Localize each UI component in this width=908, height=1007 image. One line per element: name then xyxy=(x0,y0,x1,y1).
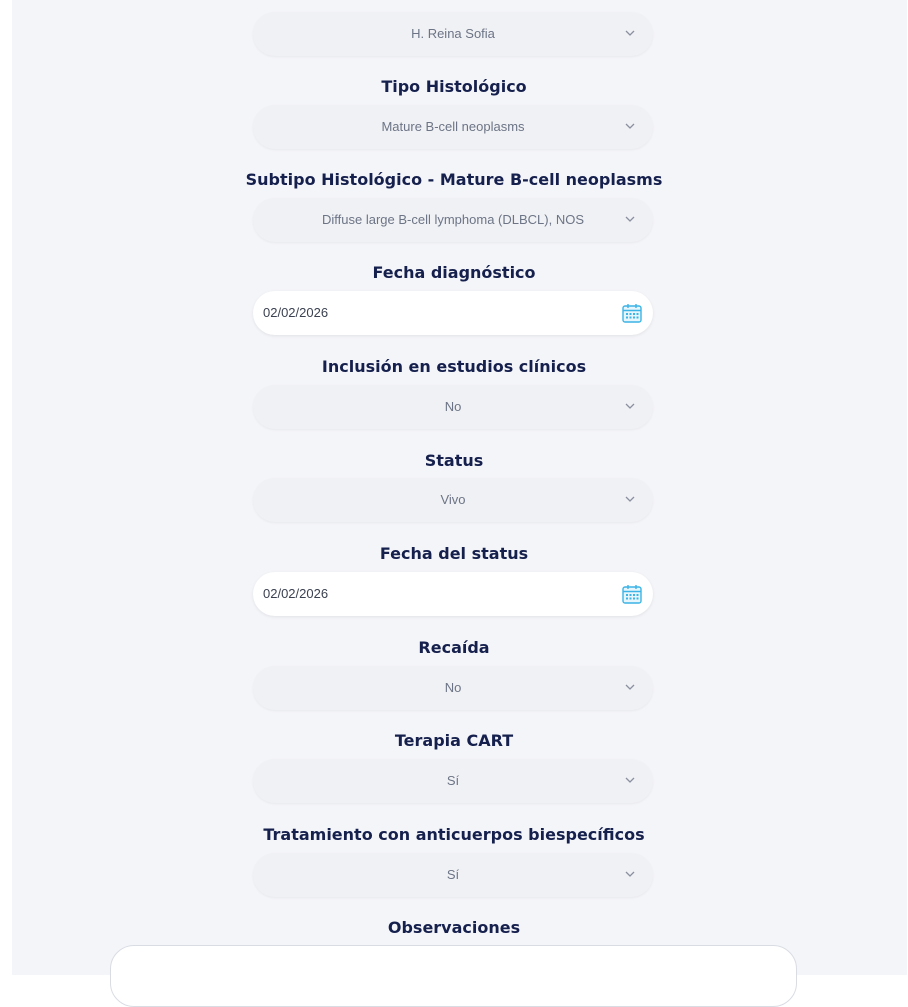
chevron-down-icon xyxy=(625,216,635,222)
fecha-status-value: 02/02/2026 xyxy=(263,586,329,601)
status-select[interactable]: Vivo xyxy=(253,478,653,522)
terapia-cart-select[interactable]: Sí xyxy=(253,759,653,803)
status-label: Status xyxy=(424,451,484,470)
fecha-status-label: Fecha del status xyxy=(379,544,529,563)
chevron-down-icon xyxy=(625,30,635,36)
hospital-select-value: H. Reina Sofia xyxy=(411,26,495,41)
recaida-label: Recaída xyxy=(418,638,490,657)
calendar-icon[interactable] xyxy=(621,583,643,605)
chevron-down-icon xyxy=(625,777,635,783)
subtipo-histologico-value: Diffuse large B-cell lymphoma (DLBCL), N… xyxy=(321,212,584,227)
status-value: Vivo xyxy=(440,492,466,507)
fecha-diagnostico-input[interactable]: 02/02/2026 xyxy=(253,291,653,335)
anticuerpos-select[interactable]: Sí xyxy=(253,853,653,897)
observaciones-textarea[interactable] xyxy=(110,945,797,1007)
chevron-down-icon xyxy=(625,403,635,409)
fecha-status-input[interactable]: 02/02/2026 xyxy=(253,572,653,616)
inclusion-estudios-select[interactable]: No xyxy=(253,385,653,429)
recaida-value: No xyxy=(444,680,462,695)
chevron-down-icon xyxy=(625,871,635,877)
tipo-histologico-select[interactable]: Mature B-cell neoplasms xyxy=(253,105,653,149)
fecha-diagnostico-value: 02/02/2026 xyxy=(263,305,329,320)
tipo-histologico-label: Tipo Histológico xyxy=(381,77,527,96)
terapia-cart-label: Terapia CART xyxy=(394,731,514,750)
fecha-diagnostico-label: Fecha diagnóstico xyxy=(372,263,536,282)
calendar-icon[interactable] xyxy=(621,302,643,324)
chevron-down-icon xyxy=(625,684,635,690)
inclusion-estudios-value: No xyxy=(444,399,462,414)
chevron-down-icon xyxy=(625,496,635,502)
tipo-histologico-value: Mature B-cell neoplasms xyxy=(381,119,525,134)
anticuerpos-value: Sí xyxy=(446,867,460,882)
anticuerpos-label: Tratamiento con anticuerpos biespecífico… xyxy=(263,825,645,844)
observaciones-label: Observaciones xyxy=(387,918,521,937)
inclusion-estudios-label: Inclusión en estudios clínicos xyxy=(321,357,587,376)
terapia-cart-value: Sí xyxy=(446,773,460,788)
chevron-down-icon xyxy=(625,123,635,129)
hospital-select[interactable]: H. Reina Sofia xyxy=(253,12,653,56)
subtipo-histologico-label: Subtipo Histológico - Mature B-cell neop… xyxy=(245,170,663,189)
recaida-select[interactable]: No xyxy=(253,666,653,710)
subtipo-histologico-select[interactable]: Diffuse large B-cell lymphoma (DLBCL), N… xyxy=(253,198,653,242)
